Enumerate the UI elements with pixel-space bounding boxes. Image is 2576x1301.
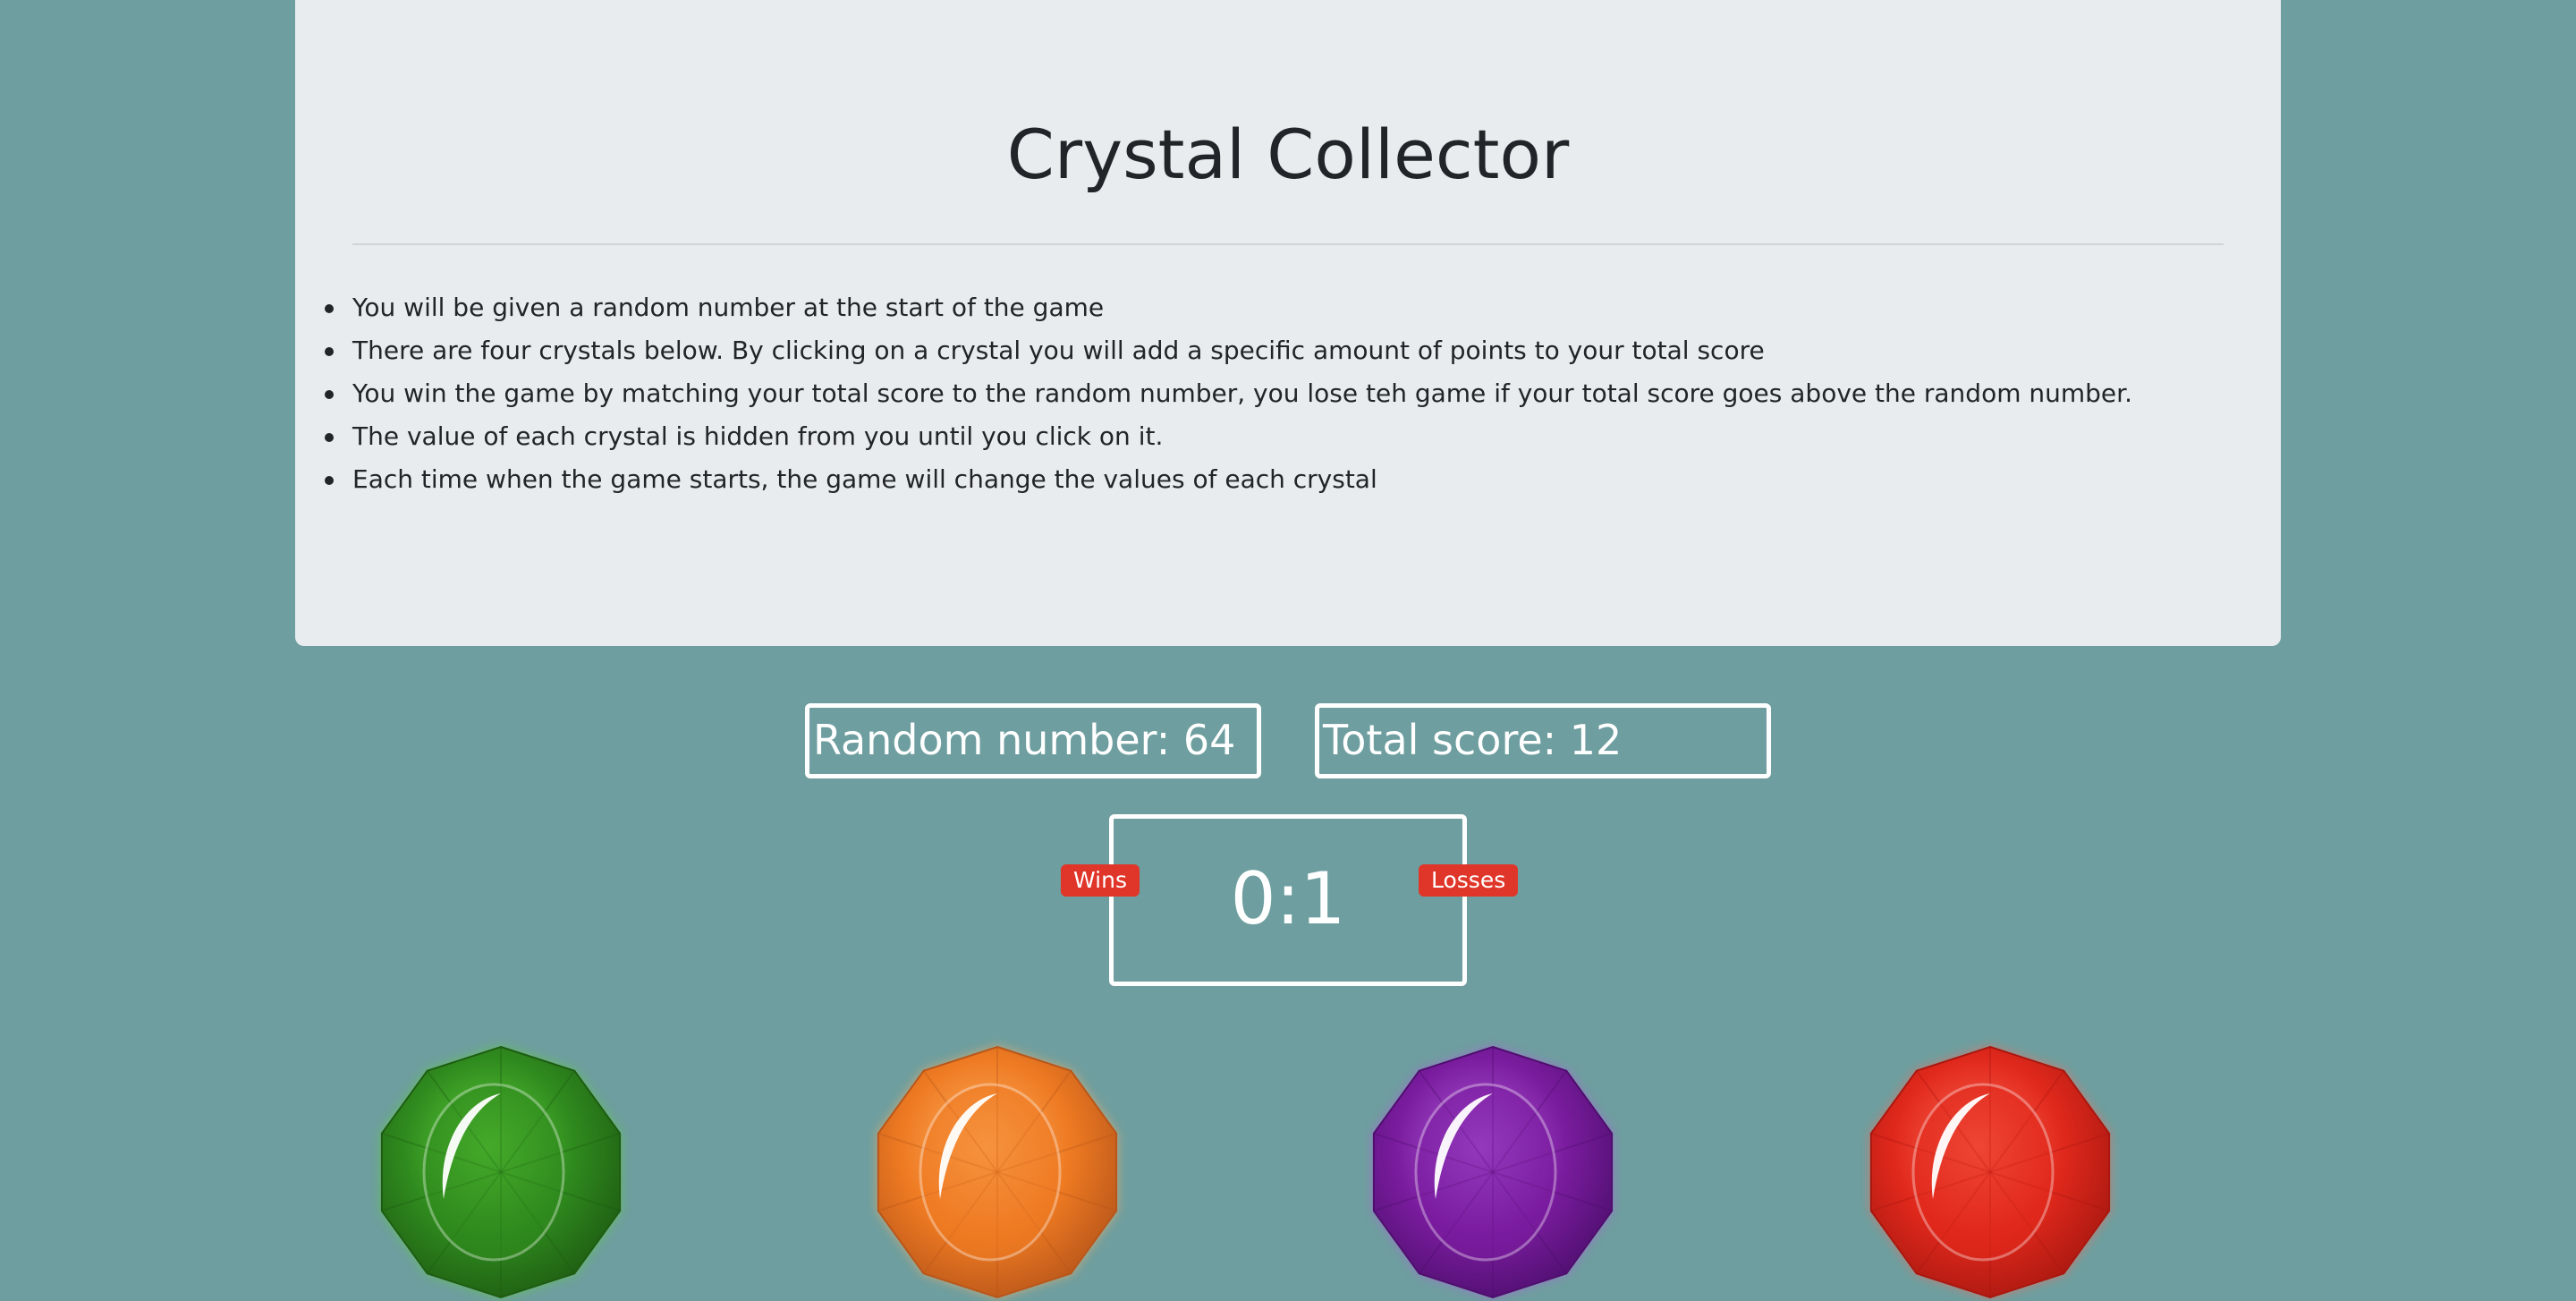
total-score-box: Total score: 12 [1315,703,1771,778]
random-number-box: Random number: 64 [805,703,1261,778]
rule-item: You will be given a random number at the… [325,286,2132,329]
purple-crystal-button[interactable] [1363,1029,1623,1301]
rules-list: You will be given a random number at the… [325,286,2132,501]
red-crystal-icon [1869,1045,2111,1299]
purple-crystal-icon [1372,1045,1614,1299]
red-crystal-button[interactable] [1860,1029,2120,1301]
win-loss-record: 0:1 [1109,814,1467,986]
intro-panel: Crystal Collector You will be given a ra… [295,0,2281,646]
green-crystal-button[interactable] [371,1029,631,1301]
rule-item: You win the game by matching your total … [325,372,2132,415]
orange-crystal-icon [877,1045,1118,1299]
green-crystal-icon [380,1045,622,1299]
rule-item: Each time when the game starts, the game… [325,458,2132,501]
wins-badge: Wins [1061,864,1140,897]
rule-item: The value of each crystal is hidden from… [325,415,2132,458]
page-title: Crystal Collector [1006,115,1570,194]
rule-item: There are four crystals below. By clicki… [325,329,2132,372]
losses-badge: Losses [1419,864,1519,897]
orange-crystal-button[interactable] [868,1029,1127,1301]
divider [352,243,2224,245]
